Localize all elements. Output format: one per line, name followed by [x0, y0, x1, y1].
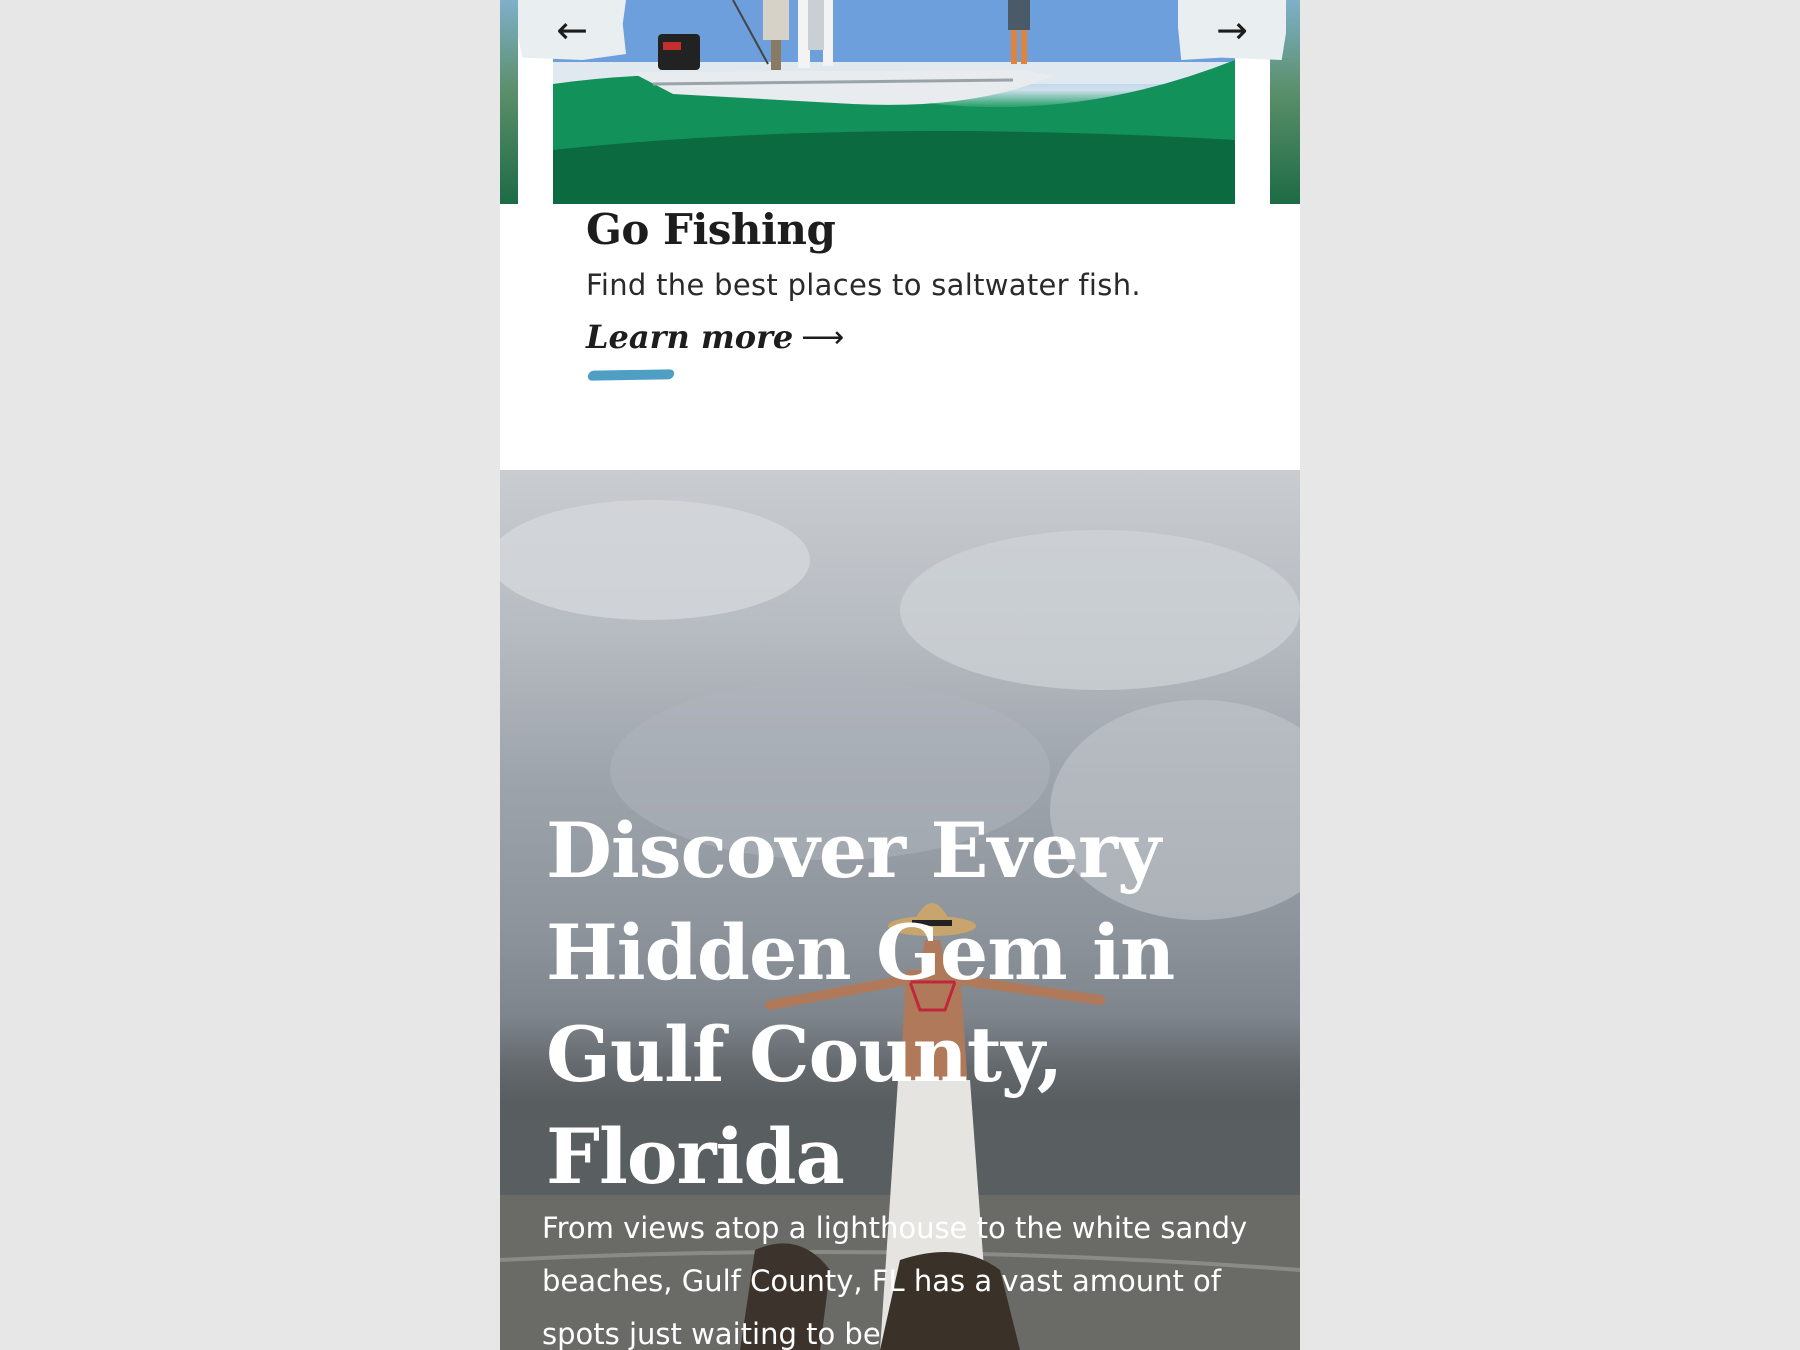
- activity-carousel: ← →: [500, 0, 1300, 204]
- hero-title: Discover Every Hidden Gem in Gulf County…: [546, 806, 1175, 1201]
- hero-banner: Discover Every Hidden Gem in Gulf County…: [500, 470, 1300, 1350]
- arrow-right-icon: →: [1216, 8, 1248, 52]
- previous-slide-peek[interactable]: [500, 0, 518, 204]
- arrow-left-icon: ←: [556, 8, 588, 52]
- card-title: Go Fishing: [586, 205, 836, 254]
- hero-description: From views atop a lighthouse to the whit…: [542, 1211, 1248, 1350]
- brush-underline: [587, 369, 675, 381]
- fishing-boat-image: [553, 0, 1235, 204]
- carousel-prev-button[interactable]: ←: [518, 0, 626, 60]
- activity-card: Go Fishing Find the best places to saltw…: [586, 205, 1246, 381]
- card-description: Find the best places to saltwater fish.: [586, 268, 1141, 302]
- mobile-page: ← → Go Fishing Find the best places to s…: [500, 0, 1300, 1350]
- arrow-right-icon: ⟶: [801, 319, 845, 355]
- carousel-next-button[interactable]: →: [1178, 0, 1286, 60]
- learn-more-label: Learn more: [586, 318, 794, 356]
- learn-more-link[interactable]: Learn more ⟶: [586, 318, 845, 381]
